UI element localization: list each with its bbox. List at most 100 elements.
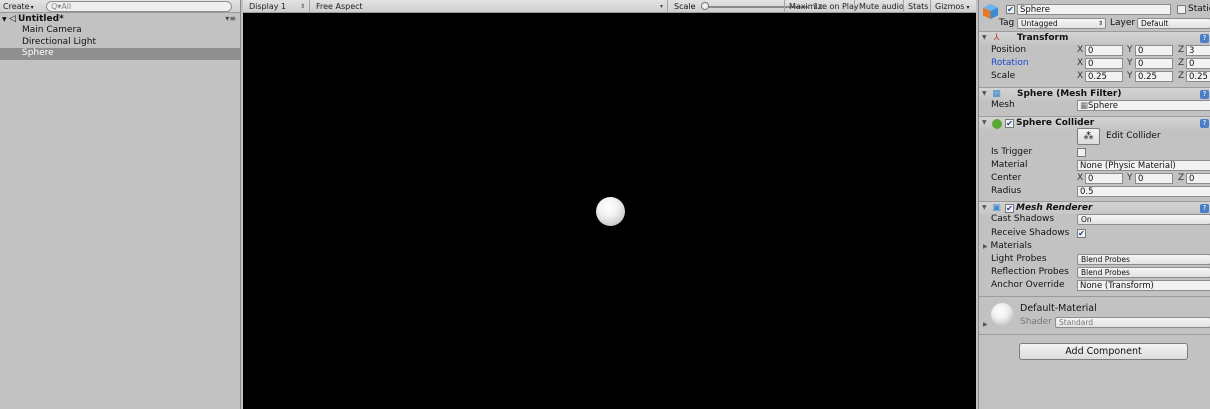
rotation-label: Rotation xyxy=(991,58,1029,68)
axis-y-label: Y xyxy=(1127,58,1133,68)
mesh-renderer-header[interactable]: ▼ ▣ ✔ Mesh Renderer ? xyxy=(979,201,1210,214)
sphere-collider-enabled-checkbox[interactable]: ✔ xyxy=(1005,119,1014,128)
shader-label: Shader xyxy=(1020,317,1052,327)
scene-menu-icon[interactable]: ▾≡ xyxy=(225,13,236,25)
hierarchy-toolbar: Create▾ Q▾All xyxy=(0,0,240,13)
receive-shadows-label: Receive Shadows xyxy=(991,228,1070,238)
radius-label: Radius xyxy=(991,186,1022,196)
reflection-probes-dropdown[interactable]: Blend Probes xyxy=(1077,267,1210,278)
light-probes-dropdown[interactable]: Blend Probes xyxy=(1077,254,1210,265)
transform-axes-icon: ⅄ xyxy=(993,33,1000,43)
edit-collider-icon: ⁂ xyxy=(1083,131,1094,142)
reflection-probes-label: Reflection Probes xyxy=(991,267,1069,277)
receive-shadows-checkbox[interactable]: ✔ xyxy=(1077,229,1086,238)
axis-z-label: Z xyxy=(1178,58,1185,68)
gizmos-label: Gizmos xyxy=(935,2,965,11)
center-z-field[interactable]: 0 xyxy=(1186,173,1210,184)
scale-label: Scale xyxy=(991,71,1016,81)
anchor-override-label: Anchor Override xyxy=(991,280,1065,290)
create-button[interactable]: Create▾ xyxy=(3,1,34,12)
chevron-down-icon: ▾ xyxy=(659,3,663,10)
scale-label: Scale xyxy=(674,2,696,11)
unity-editor: Create▾ Q▾All ▼ ◁ Untitled* ▾≡ Main Camera… xyxy=(0,0,1210,409)
radius-field[interactable]: 0.5 xyxy=(1077,186,1210,197)
display-dropdown[interactable]: Display 1 ⇕ xyxy=(243,0,310,13)
fold-open-icon[interactable]: ▼ xyxy=(2,14,9,26)
fold-open-icon[interactable]: ▼ xyxy=(982,34,987,41)
stats-button[interactable]: Stats xyxy=(903,0,932,13)
rotation-y-field[interactable]: 0 xyxy=(1135,58,1173,69)
object-active-checkbox[interactable]: ✔ xyxy=(1006,5,1015,14)
hierarchy-panel: Create▾ Q▾All ▼ ◁ Untitled* ▾≡ Main Camera… xyxy=(0,0,241,409)
position-y-field[interactable]: 0 xyxy=(1135,45,1173,56)
mute-audio-button[interactable]: Mute audio xyxy=(854,0,908,13)
create-label: Create xyxy=(3,2,30,11)
hierarchy-item-sphere[interactable]: Sphere xyxy=(0,48,240,60)
game-viewport[interactable] xyxy=(243,14,976,409)
light-probes-value: Blend Probes xyxy=(1081,255,1130,264)
mesh-field[interactable]: ▦Sphere xyxy=(1077,100,1210,111)
mesh-renderer-enabled-checkbox[interactable]: ✔ xyxy=(1005,204,1014,213)
scene-name: Untitled* xyxy=(18,14,64,24)
mesh-filter-header[interactable]: ▼ ▦ Sphere (Mesh Filter) ? xyxy=(979,87,1210,100)
materials-label: Materials xyxy=(990,241,1032,251)
scale-slider-knob[interactable] xyxy=(701,2,709,10)
axis-x-label: X xyxy=(1077,45,1084,55)
cast-shadows-dropdown[interactable]: On xyxy=(1077,214,1210,225)
hierarchy-item-directional-light[interactable]: Directional Light xyxy=(0,37,240,49)
center-x-field[interactable]: 0 xyxy=(1085,173,1123,184)
collider-material-field[interactable]: None (Physic Material) xyxy=(1077,160,1210,171)
rotation-x-field[interactable]: 0 xyxy=(1085,58,1123,69)
edit-collider-button[interactable]: ⁂ xyxy=(1077,128,1100,145)
layer-value: Default xyxy=(1141,19,1169,28)
cast-shadows-value: On xyxy=(1081,215,1092,224)
maximize-on-play-button[interactable]: Maximize on Play xyxy=(784,0,863,13)
position-x-field[interactable]: 0 xyxy=(1085,45,1123,56)
axis-x-label: X xyxy=(1077,173,1084,183)
scale-y-field[interactable]: 0.25 xyxy=(1135,71,1173,82)
object-name-field[interactable]: Sphere xyxy=(1017,4,1171,15)
layer-dropdown[interactable]: Default xyxy=(1137,18,1210,29)
static-checkbox[interactable] xyxy=(1177,5,1186,14)
help-icon[interactable]: ? xyxy=(1200,204,1209,213)
fold-open-icon[interactable]: ▼ xyxy=(982,204,987,211)
help-icon[interactable]: ? xyxy=(1200,34,1209,43)
is-trigger-checkbox[interactable] xyxy=(1077,148,1086,157)
axis-y-label: Y xyxy=(1127,173,1133,183)
is-trigger-label: Is Trigger xyxy=(991,147,1033,157)
scale-z-field[interactable]: 0.25 xyxy=(1186,71,1210,82)
transform-title: Transform xyxy=(1017,33,1069,43)
axis-z-label: Z xyxy=(1178,173,1185,183)
hierarchy-item-main-camera[interactable]: Main Camera xyxy=(0,25,240,37)
position-z-field[interactable]: 3 xyxy=(1186,45,1210,56)
edit-collider-label: Edit Collider xyxy=(1106,131,1161,141)
fold-closed-icon[interactable]: ▶ xyxy=(983,243,988,250)
material-section[interactable]: ▶ Default-Material Shader Standard xyxy=(979,296,1210,333)
materials-foldout[interactable]: ▶ Materials xyxy=(983,241,1032,252)
anchor-override-field[interactable]: None (Transform) xyxy=(1077,280,1210,291)
help-icon[interactable]: ? xyxy=(1200,119,1209,128)
rotation-z-field[interactable]: 0 xyxy=(1186,58,1210,69)
tag-dropdown[interactable]: Untagged ⇕ xyxy=(1017,18,1106,29)
mesh-label: Mesh xyxy=(991,100,1015,110)
scale-x-field[interactable]: 0.25 xyxy=(1085,71,1123,82)
unity-scene-icon: ◁ xyxy=(9,14,16,24)
scene-row[interactable]: ▼ ◁ Untitled* ▾≡ xyxy=(0,13,240,25)
chevron-down-icon: ▾ xyxy=(30,4,34,11)
fold-open-icon[interactable]: ▼ xyxy=(982,90,987,97)
fold-open-icon[interactable]: ▼ xyxy=(982,119,987,126)
aspect-dropdown[interactable]: Free Aspect ▾ xyxy=(310,0,668,13)
transform-header[interactable]: ▼ ⅄ Transform ? xyxy=(979,31,1210,44)
center-y-field[interactable]: 0 xyxy=(1135,173,1173,184)
add-component-button[interactable]: Add Component xyxy=(1019,343,1188,360)
axis-y-label: Y xyxy=(1127,71,1133,81)
shader-dropdown[interactable]: Standard xyxy=(1055,317,1210,328)
help-icon[interactable]: ? xyxy=(1200,90,1209,99)
hierarchy-search-input[interactable]: Q▾All xyxy=(46,1,232,12)
game-toolbar: Display 1 ⇕ Free Aspect ▾ Scale 1x Maxim… xyxy=(243,0,976,13)
mesh-asset-icon: ▦ xyxy=(1080,101,1089,111)
light-probes-label: Light Probes xyxy=(991,254,1047,264)
gizmos-dropdown[interactable]: Gizmos ▾ xyxy=(930,0,976,13)
fold-closed-icon[interactable]: ▶ xyxy=(983,321,988,328)
reflection-probes-value: Blend Probes xyxy=(1081,268,1130,277)
